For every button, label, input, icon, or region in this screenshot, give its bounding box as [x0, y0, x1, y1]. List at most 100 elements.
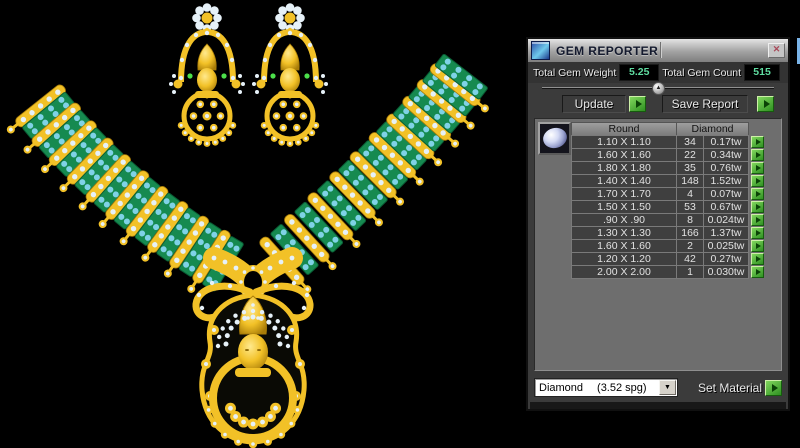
set-material-run-button[interactable]	[765, 380, 782, 396]
green-play-arrow-icon	[756, 204, 761, 210]
update-button[interactable]: Update	[562, 95, 626, 113]
green-play-arrow-icon	[756, 256, 761, 262]
table-row[interactable]: 1.20 X 1.20 42 0.27tw	[571, 252, 764, 266]
green-play-arrow-icon	[636, 100, 642, 108]
gem-preview-tile[interactable]	[538, 122, 571, 155]
green-play-arrow-icon	[772, 384, 778, 392]
gem-count-cell: 22	[676, 148, 704, 162]
gem-size-cell: 1.70 X 1.70	[571, 187, 677, 201]
table-row[interactable]: 1.80 X 1.80 35 0.76tw	[571, 161, 764, 175]
green-play-arrow-icon	[756, 243, 761, 249]
table-row[interactable]: 1.10 X 1.10 34 0.17tw	[571, 135, 764, 149]
update-run-button[interactable]	[629, 96, 646, 112]
table-row[interactable]: 1.70 X 1.70 4 0.07tw	[571, 187, 764, 201]
gem-weight-cell: 1.37tw	[703, 226, 749, 240]
gem-size-cell: 1.80 X 1.80	[571, 161, 677, 175]
gem-count-cell: 34	[676, 135, 704, 149]
total-gem-count-value: 515	[744, 64, 780, 81]
green-play-arrow-icon	[756, 152, 761, 158]
total-gem-count-label: Total Gem Count	[662, 67, 741, 79]
table-row[interactable]: 2.00 X 2.00 1 0.030tw	[571, 265, 764, 279]
gem-count-cell: 166	[676, 226, 704, 240]
highlight-gems-button[interactable]	[751, 227, 764, 239]
highlight-gems-button[interactable]	[751, 201, 764, 213]
highlight-gems-button[interactable]	[751, 136, 764, 148]
gem-size-cell: 1.60 X 1.60	[571, 239, 677, 253]
green-play-arrow-icon	[756, 191, 761, 197]
earring-right	[252, 3, 328, 147]
gem-size-cell: 1.20 X 1.20	[571, 252, 677, 266]
highlight-gems-button[interactable]	[751, 253, 764, 265]
save-report-button[interactable]: Save Report	[662, 95, 748, 113]
gem-reporter-panel: GEM REPORTER ✕ Total Gem Weight 5.25 Tot…	[526, 37, 790, 411]
highlight-gems-button[interactable]	[751, 188, 764, 200]
table-row[interactable]: .90 X .90 8 0.024tw	[571, 213, 764, 227]
save-report-run-button[interactable]	[757, 96, 774, 112]
gem-size-cell: 1.30 X 1.30	[571, 226, 677, 240]
gem-count-cell: 148	[676, 174, 704, 188]
gem-count-cell: 4	[676, 187, 704, 201]
title-bar[interactable]: GEM REPORTER ✕	[528, 39, 788, 62]
total-gem-weight-label: Total Gem Weight	[533, 67, 616, 79]
material-row: Diamond (3.52 spg) ▼ Set Material	[534, 377, 782, 398]
table-row[interactable]: 1.30 X 1.30 166 1.37tw	[571, 226, 764, 240]
round-gem-icon	[540, 125, 568, 151]
gem-size-cell: .90 X .90	[571, 213, 677, 227]
shape-column-header: Round	[571, 122, 677, 136]
gem-weight-cell: 0.17tw	[703, 135, 749, 149]
table-row[interactable]: 1.50 X 1.50 53 0.67tw	[571, 200, 764, 214]
highlight-gems-button[interactable]	[751, 175, 764, 187]
gem-weight-cell: 0.030tw	[703, 265, 749, 279]
table-row[interactable]: 1.60 X 1.60 22 0.34tw	[571, 148, 764, 162]
gem-weight-cell: 0.76tw	[703, 161, 749, 175]
titlebar-divider	[660, 42, 662, 58]
highlight-gems-button[interactable]	[751, 240, 764, 252]
close-icon[interactable]: ✕	[768, 43, 785, 58]
table-row[interactable]: 1.60 X 1.60 2 0.025tw	[571, 239, 764, 253]
table-body: 1.10 X 1.10 34 0.17tw 1.60 X 1.60 22 0.3…	[571, 135, 764, 279]
gem-weight-cell: 1.52tw	[703, 174, 749, 188]
green-play-arrow-icon	[756, 178, 761, 184]
actions-row: Update Save Report	[528, 92, 788, 116]
highlight-gems-button[interactable]	[751, 149, 764, 161]
gem-count-cell: 42	[676, 252, 704, 266]
gem-reporter-app-icon	[531, 41, 550, 60]
green-play-arrow-icon	[756, 165, 761, 171]
gem-count-cell: 35	[676, 161, 704, 175]
gem-weight-cell: 0.025tw	[703, 239, 749, 253]
table-header: Round Diamond	[571, 122, 764, 136]
gem-weight-cell: 0.27tw	[703, 252, 749, 266]
gem-table: Round Diamond 1.10 X 1.10 34 0.17tw 1.60…	[571, 122, 764, 279]
gem-table-container: Round Diamond 1.10 X 1.10 34 0.17tw 1.60…	[534, 118, 782, 371]
collapse-up-arrow-icon[interactable]: ▲	[652, 82, 665, 95]
green-play-arrow-icon	[764, 100, 770, 108]
gem-weight-cell: 0.024tw	[703, 213, 749, 227]
gem-weight-cell: 0.07tw	[703, 187, 749, 201]
highlight-gems-button[interactable]	[751, 266, 764, 278]
gem-count-cell: 8	[676, 213, 704, 227]
gem-size-cell: 1.60 X 1.60	[571, 148, 677, 162]
highlight-gems-button[interactable]	[751, 214, 764, 226]
green-play-arrow-icon	[756, 269, 761, 275]
green-play-arrow-icon	[756, 230, 761, 236]
set-material-button[interactable]: Set Material	[698, 381, 762, 395]
table-row[interactable]: 1.40 X 1.40 148 1.52tw	[571, 174, 764, 188]
collapse-divider: ▲	[528, 83, 788, 92]
total-gem-weight-value: 5.25	[619, 64, 659, 81]
totals-row: Total Gem Weight 5.25 Total Gem Count 51…	[528, 62, 788, 83]
gem-size-cell: 1.40 X 1.40	[571, 174, 677, 188]
material-column-header: Diamond	[676, 122, 749, 136]
pendant	[196, 256, 310, 448]
panel-title: GEM REPORTER	[556, 44, 658, 58]
gem-count-cell: 2	[676, 239, 704, 253]
gem-count-cell: 53	[676, 200, 704, 214]
green-play-arrow-icon	[756, 139, 761, 145]
chevron-down-icon[interactable]: ▼	[659, 380, 676, 395]
material-dropdown[interactable]: Diamond (3.52 spg) ▼	[534, 378, 678, 397]
panel-base	[530, 402, 786, 409]
highlight-gems-button[interactable]	[751, 162, 764, 174]
app-window: GEM REPORTER ✕ Total Gem Weight 5.25 Tot…	[0, 0, 800, 448]
material-name: Diamond	[539, 382, 583, 394]
earring-left	[169, 3, 245, 147]
material-density: (3.52 spg)	[597, 382, 647, 394]
